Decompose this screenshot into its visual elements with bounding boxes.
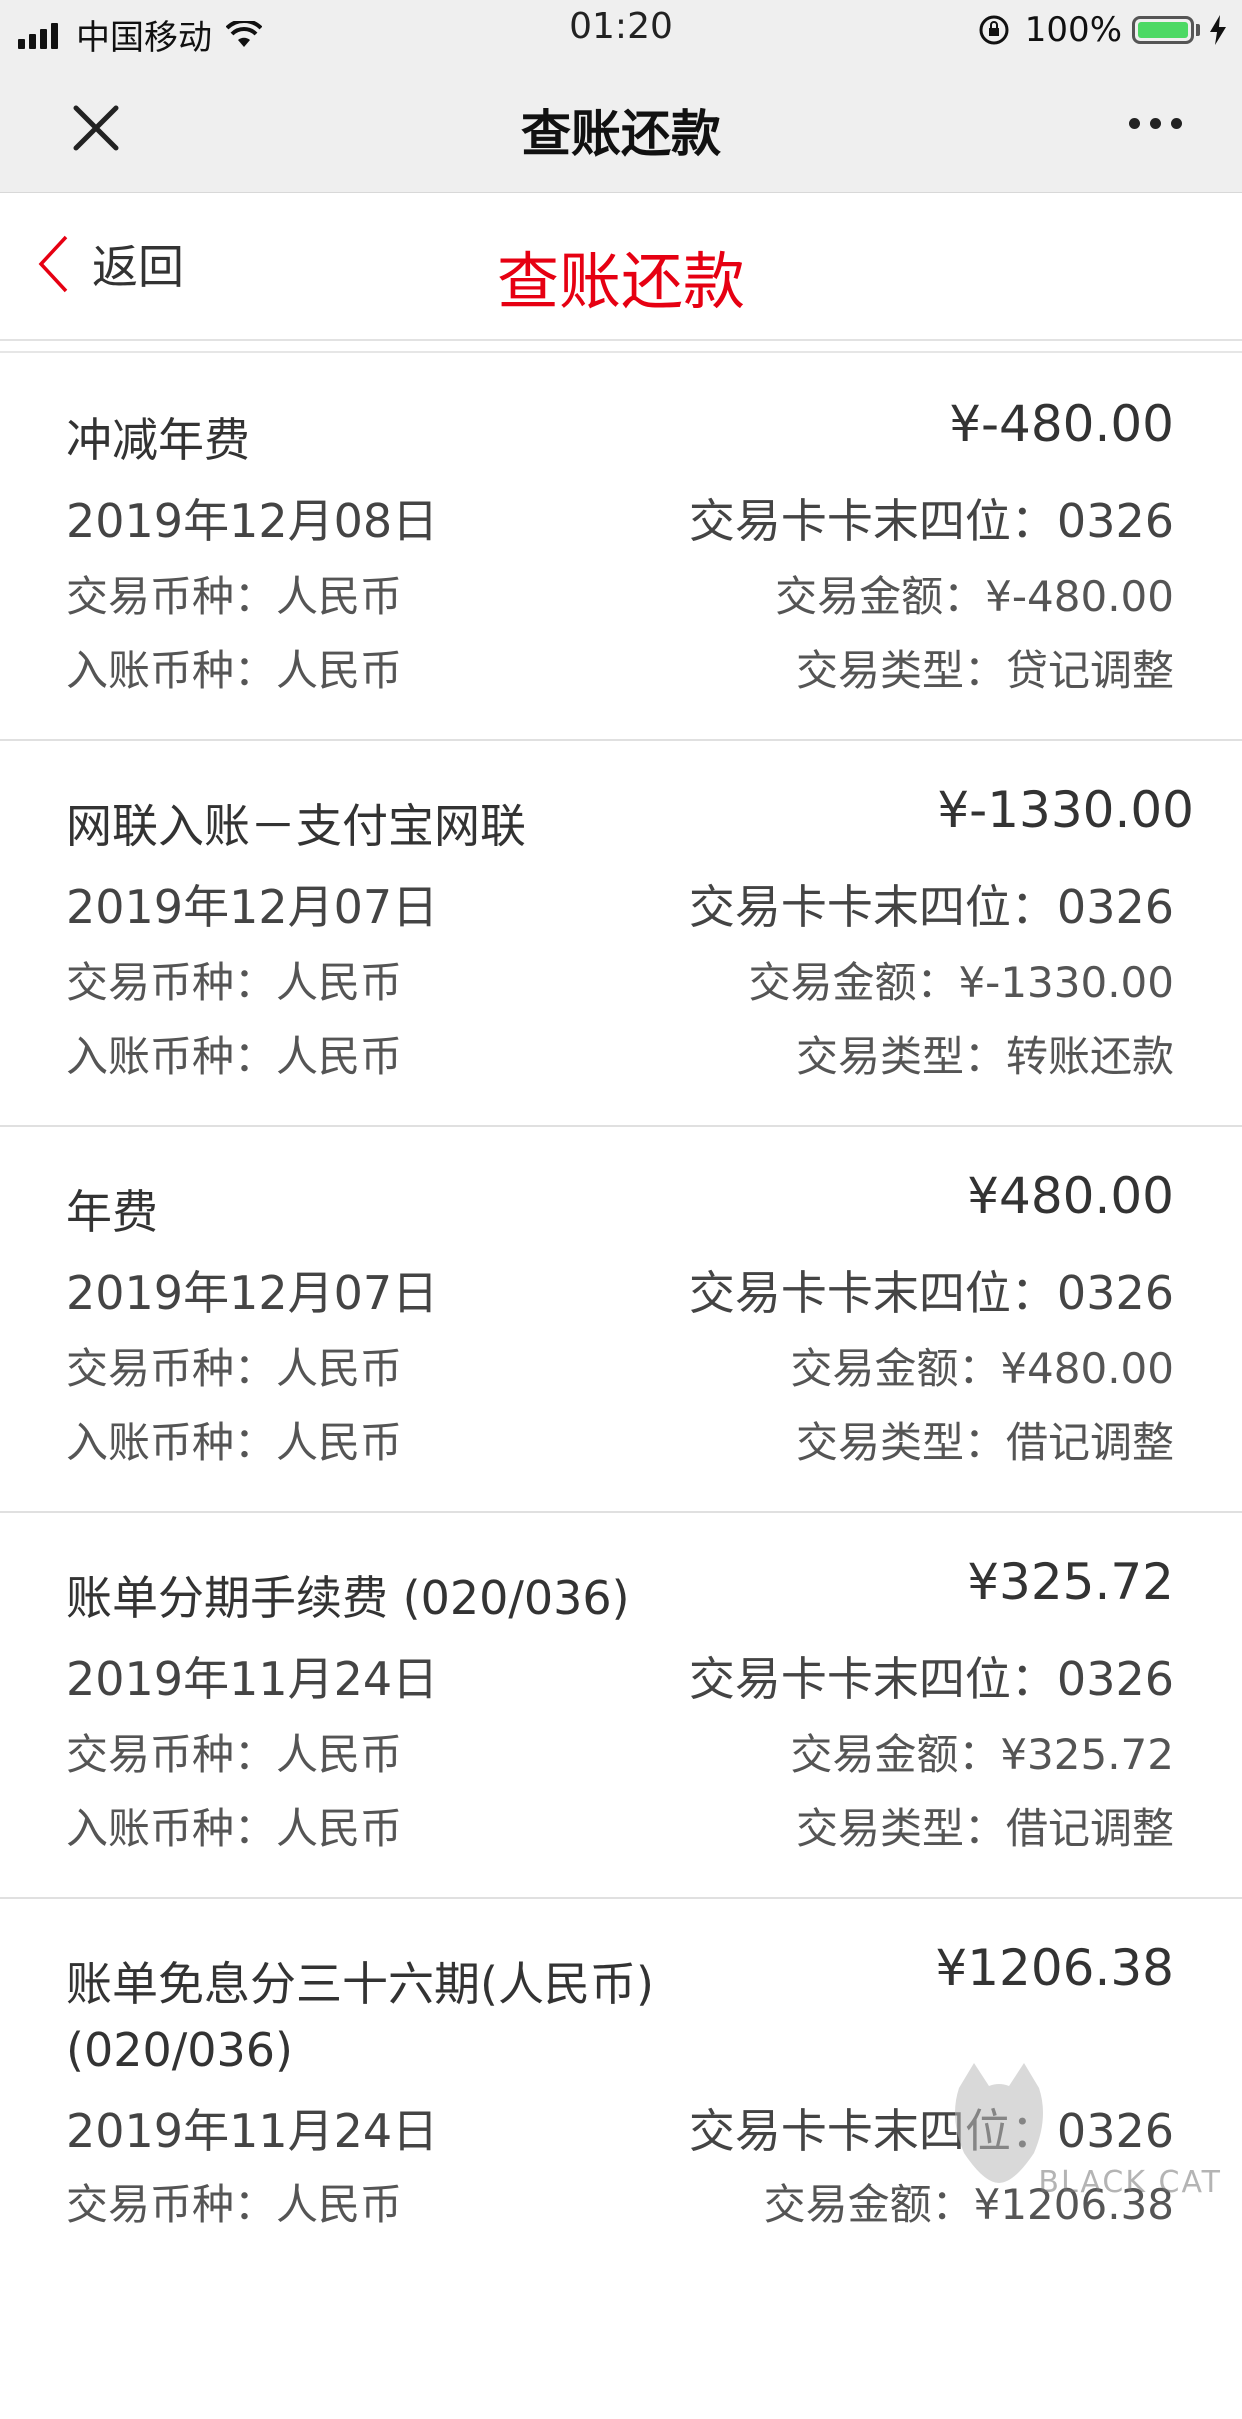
battery-percent: 100% — [1024, 10, 1122, 50]
transaction-name: 冲减年费 — [66, 413, 250, 467]
transaction-currency: 交易币种：人民币 — [66, 1344, 403, 1393]
transaction-name: 账单分期手续费 (020/036) — [66, 1571, 630, 1625]
charging-icon — [1210, 15, 1226, 45]
transaction-amount-detail: 交易金额：¥480.00 — [790, 1344, 1174, 1393]
transaction-row: 入账币种：人民币 交易类型：借记调整 — [66, 1409, 1174, 1470]
status-right: 100% — [977, 10, 1228, 50]
transaction-type: 交易类型：借记调整 — [795, 1804, 1174, 1853]
transaction-row: 2019年12月08日 交易卡卡末四位：0326 — [66, 485, 1174, 551]
transaction-amount-detail: 交易金额：¥-1330.00 — [748, 958, 1174, 1007]
card-tail: 交易卡卡末四位：0326 — [688, 1266, 1174, 1320]
card-tail: 交易卡卡末四位：0326 — [688, 494, 1174, 548]
transaction-amount: ¥1206.38 — [935, 1939, 1174, 1997]
transaction-item[interactable]: 账单分期手续费 (020/036) ¥325.72 2019年11月24日 交易… — [0, 1513, 1242, 1899]
transaction-name: 网联入账－支付宝网联 — [66, 799, 526, 853]
wechat-title-bar: 查账还款 — [0, 60, 1242, 193]
posting-currency: 入账币种：人民币 — [66, 1418, 403, 1467]
page-title: 查账还款 — [496, 245, 745, 318]
transaction-amount-detail: 交易金额：¥325.72 — [790, 1730, 1174, 1779]
transaction-amount: ¥480.00 — [967, 1167, 1174, 1225]
transaction-row: 入账币种：人民币 交易类型：贷记调整 — [66, 637, 1174, 698]
battery-icon — [1132, 16, 1194, 44]
transaction-name: 年费 — [66, 1185, 158, 1239]
transaction-row: 交易币种：人民币 交易金额：¥-1330.00 — [66, 949, 1174, 1010]
transaction-amount-detail: 交易金额：¥-480.00 — [775, 572, 1174, 621]
transaction-currency: 交易币种：人民币 — [66, 958, 403, 1007]
transaction-item[interactable]: 冲减年费 ¥-480.00 2019年12月08日 交易卡卡末四位：0326 交… — [0, 355, 1242, 741]
transaction-amount: ¥325.72 — [967, 1553, 1174, 1611]
card-tail: 交易卡卡末四位：0326 — [688, 1652, 1174, 1706]
transaction-date: 2019年12月07日 — [66, 1266, 439, 1320]
status-bar: 中国移动 01:20 100% — [0, 0, 1242, 60]
transaction-currency: 交易币种：人民币 — [66, 1730, 403, 1779]
transaction-type: 交易类型：借记调整 — [795, 1418, 1174, 1467]
more-menu-icon[interactable] — [1119, 118, 1182, 129]
transaction-row: 2019年11月24日 交易卡卡末四位：0326 — [66, 1643, 1174, 1709]
posting-currency: 入账币种：人民币 — [66, 1032, 403, 1081]
transaction-amount: ¥-480.00 — [949, 395, 1174, 453]
wechat-title: 查账还款 — [521, 105, 721, 163]
transaction-date: 2019年11月24日 — [66, 1652, 439, 1706]
transaction-row: 交易币种：人民币 交易金额：¥325.72 — [66, 1721, 1174, 1782]
transaction-currency: 交易币种：人民币 — [66, 572, 403, 621]
divider — [0, 351, 1242, 353]
watermark-text: BLACK CAT — [1038, 2165, 1222, 2200]
watermark-logo: BLACK CAT — [944, 2058, 1234, 2208]
transaction-item[interactable]: 网联入账－支付宝网联 ¥-1330.00 2019年12月07日 交易卡卡末四位… — [0, 741, 1242, 1127]
posting-currency: 入账币种：人民币 — [66, 646, 403, 695]
transaction-date: 2019年12月07日 — [66, 880, 439, 934]
transaction-row: 入账币种：人民币 交易类型：借记调整 — [66, 1795, 1174, 1856]
transaction-row: 交易币种：人民币 交易金额：¥480.00 — [66, 1335, 1174, 1396]
battery-tip — [1196, 24, 1200, 36]
transaction-name: 账单免息分三十六期(人民币)(020/036) — [66, 1957, 654, 2077]
rotation-lock-icon — [979, 15, 1009, 45]
transaction-row: 2019年12月07日 交易卡卡末四位：0326 — [66, 871, 1174, 937]
page-header: 返回 查账还款 — [0, 193, 1242, 341]
transaction-item[interactable]: 年费 ¥480.00 2019年12月07日 交易卡卡末四位：0326 交易币种… — [0, 1127, 1242, 1513]
transaction-date: 2019年11月24日 — [66, 2104, 439, 2158]
transaction-type: 交易类型：贷记调整 — [795, 646, 1174, 695]
transaction-amount: ¥-1330.00 — [937, 781, 1194, 839]
transaction-row: 入账币种：人民币 交易类型：转账还款 — [66, 1023, 1174, 1084]
posting-currency: 入账币种：人民币 — [66, 1804, 403, 1853]
transaction-type: 交易类型：转账还款 — [795, 1032, 1174, 1081]
transaction-currency: 交易币种：人民币 — [66, 2180, 403, 2229]
card-tail: 交易卡卡末四位：0326 — [688, 880, 1174, 934]
transaction-row: 2019年12月07日 交易卡卡末四位：0326 — [66, 1257, 1174, 1323]
transaction-row: 交易币种：人民币 交易金额：¥-480.00 — [66, 563, 1174, 624]
transaction-date: 2019年12月08日 — [66, 494, 439, 548]
